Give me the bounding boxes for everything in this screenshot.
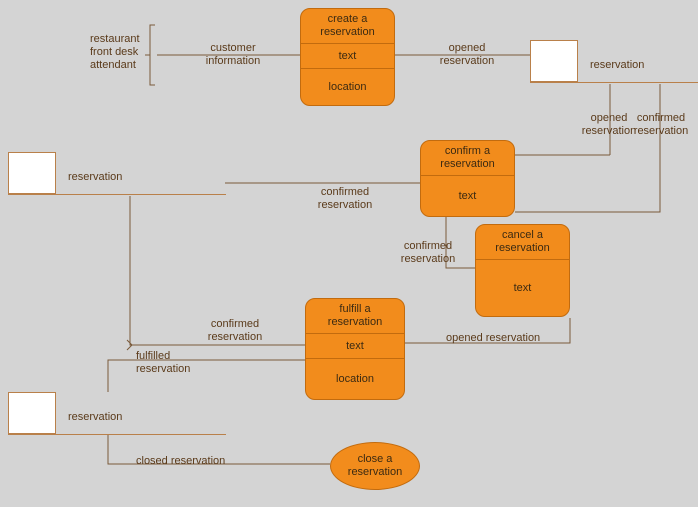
task-header: confirm areservation — [421, 141, 514, 176]
task-confirm-reservation[interactable]: confirm areservation text — [420, 140, 515, 217]
task-row: text — [476, 260, 569, 316]
task-row: text — [421, 176, 514, 216]
task-fulfill-reservation[interactable]: fulfill areservation text location — [305, 298, 405, 400]
state-underline — [530, 82, 698, 83]
edge-label-confirmed-3: confirmedreservation — [393, 240, 463, 266]
task-header: fulfill areservation — [306, 299, 404, 334]
state-box-icon — [8, 392, 56, 434]
edge-label-fulfilled: fulfilledreservation — [136, 350, 206, 376]
state-reservation-2[interactable]: reservation — [8, 152, 226, 196]
task-row: text — [306, 334, 404, 359]
state-reservation-1[interactable]: reservation — [530, 40, 698, 84]
edge-label-opened-1: openedreservation — [432, 42, 502, 68]
edge-label-customer-info: customerinformation — [198, 42, 268, 68]
task-header: create areservation — [301, 9, 394, 44]
task-close-reservation[interactable]: close areservation — [330, 442, 420, 490]
state-reservation-3[interactable]: reservation — [8, 392, 226, 436]
task-header: cancel areservation — [476, 225, 569, 260]
task-create-reservation[interactable]: create areservation text location — [300, 8, 395, 106]
edge-label-confirmed-2: confirmedreservation — [310, 186, 380, 212]
task-row: location — [306, 359, 404, 399]
state-underline — [8, 434, 226, 435]
edge-label-confirmed-4: confirmedreservation — [200, 318, 270, 344]
edge-label-confirmed-1: confirmedreservation — [626, 112, 696, 138]
state-label: reservation — [68, 171, 122, 183]
task-row: text — [301, 44, 394, 69]
state-label: reservation — [590, 59, 644, 71]
state-box-icon — [8, 152, 56, 194]
diagram-canvas: restaurantfront deskattendant create are… — [0, 0, 698, 507]
task-row: location — [301, 69, 394, 105]
state-underline — [8, 194, 226, 195]
task-header: close areservation — [348, 453, 402, 479]
state-box-icon — [530, 40, 578, 82]
actor-label: restaurantfront deskattendant — [90, 33, 150, 72]
task-cancel-reservation[interactable]: cancel areservation text — [475, 224, 570, 317]
state-label: reservation — [68, 411, 122, 423]
edge-label-closed: closed reservation — [136, 455, 225, 468]
edge-label-opened-3: opened reservation — [446, 332, 540, 345]
